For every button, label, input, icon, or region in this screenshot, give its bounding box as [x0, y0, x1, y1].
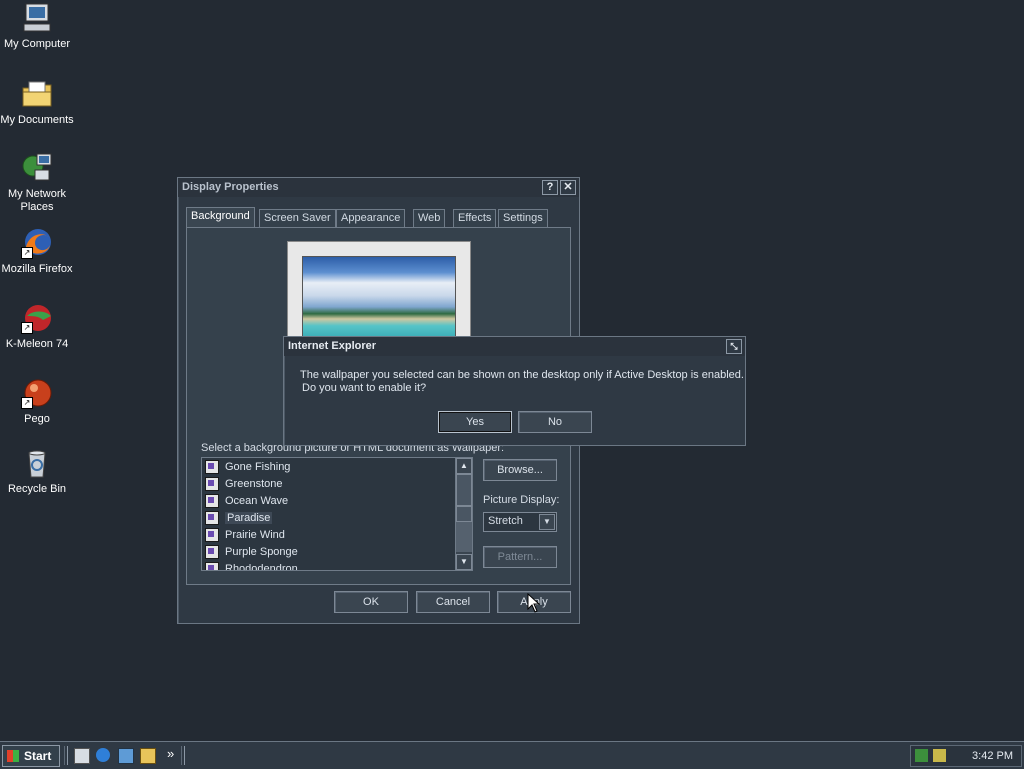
- desktop-icon-pego[interactable]: ↗ Pego: [0, 377, 74, 426]
- html-file-icon: [205, 477, 219, 492]
- k-meleon-icon: ↗: [21, 302, 53, 334]
- desktop-icon-label: Mozilla Firefox: [1, 263, 73, 275]
- desktop-icon-label: Recycle Bin: [7, 483, 67, 495]
- list-item[interactable]: Gone Fishing: [202, 459, 454, 476]
- image-file-icon: [205, 562, 219, 570]
- tab-settings[interactable]: Settings: [498, 209, 548, 227]
- dialog-message-line2: Do you want to enable it?: [302, 382, 427, 394]
- desktop-icon-my-computer[interactable]: My Computer: [0, 2, 74, 51]
- html-file-icon: [205, 460, 219, 475]
- browse-button[interactable]: Browse...: [483, 459, 557, 481]
- taskbar-separator: [64, 746, 68, 765]
- internet-explorer-icon[interactable]: [96, 748, 110, 762]
- tray-network-icon[interactable]: [915, 749, 928, 762]
- windows-logo-icon: [7, 750, 19, 762]
- ie-dialog-titlebar[interactable]: Internet Explorer ⤡: [284, 337, 745, 356]
- start-label: Start: [24, 749, 52, 763]
- image-file-icon: [205, 494, 219, 509]
- ok-button[interactable]: OK: [334, 591, 408, 613]
- yes-button[interactable]: Yes: [438, 411, 512, 433]
- desktop-icon-label: My Network Places: [7, 188, 67, 213]
- desktop-icon-recycle-bin[interactable]: Recycle Bin: [0, 447, 74, 496]
- scroll-track-fill: [456, 522, 472, 552]
- cancel-button[interactable]: Cancel: [416, 591, 490, 613]
- desktop-icon-label: My Documents: [0, 114, 74, 126]
- tray-volume-icon[interactable]: [933, 749, 946, 762]
- quick-launch: »: [72, 746, 174, 766]
- image-file-icon: [205, 511, 219, 526]
- show-desktop-icon[interactable]: [74, 748, 90, 764]
- computer-icon: [21, 2, 53, 34]
- list-item[interactable]: Rhododendron: [202, 561, 454, 570]
- window-title: Display Properties: [182, 181, 279, 193]
- close-button[interactable]: ✕: [560, 180, 576, 195]
- system-tray: 3:42 PM: [910, 745, 1022, 767]
- taskbar-separator: [181, 746, 185, 765]
- tab-screen-saver[interactable]: Screen Saver: [259, 209, 336, 227]
- explorer-icon[interactable]: [140, 748, 156, 764]
- wallpaper-preview-image: [302, 256, 456, 344]
- outlook-express-icon[interactable]: [118, 748, 134, 764]
- list-item[interactable]: Greenstone: [202, 476, 454, 493]
- tab-effects[interactable]: Effects: [453, 209, 497, 227]
- shortcut-arrow-icon: ↗: [21, 397, 33, 409]
- tab-web[interactable]: Web: [413, 209, 446, 227]
- pego-icon: ↗: [21, 377, 53, 409]
- help-button[interactable]: ?: [542, 180, 558, 195]
- scroll-thumb[interactable]: [456, 474, 472, 506]
- chevron-right-icon[interactable]: »: [167, 746, 174, 761]
- desktop-icon-mozilla-firefox[interactable]: ↗ Mozilla Firefox: [0, 227, 74, 276]
- desktop-icon-label: Pego: [24, 413, 50, 425]
- list-item-selected[interactable]: Paradise: [202, 510, 454, 527]
- image-file-icon: [205, 545, 219, 560]
- start-button[interactable]: Start: [2, 745, 60, 767]
- tab-appearance[interactable]: Appearance: [336, 209, 406, 227]
- tab-background[interactable]: Background: [186, 207, 255, 227]
- dialog-message-line1: The wallpaper you selected can be shown …: [300, 369, 744, 381]
- folder-icon: [21, 78, 53, 110]
- desktop-icon-label: My Computer: [3, 38, 71, 50]
- desktop-icon-label: K-Meleon 74: [5, 338, 69, 350]
- internet-explorer-dialog: Internet Explorer ⤡ The wallpaper you se…: [283, 336, 746, 446]
- scroll-thumb-lower: [456, 506, 472, 522]
- scroll-up-arrow-icon[interactable]: ▲: [456, 458, 472, 474]
- list-item[interactable]: Ocean Wave: [202, 493, 454, 510]
- chevron-down-icon[interactable]: ▼: [539, 514, 555, 530]
- picture-display-label: Picture Display:: [483, 494, 560, 506]
- no-button[interactable]: No: [518, 411, 592, 433]
- wallpaper-list[interactable]: Gone Fishing Greenstone Ocean Wave Parad…: [201, 457, 473, 571]
- list-item[interactable]: Prairie Wind: [202, 527, 454, 544]
- network-icon: [21, 152, 53, 184]
- wallpaper-list-scrollbar[interactable]: ▲ ▼: [455, 458, 472, 570]
- picture-display-value: Stretch: [488, 515, 523, 527]
- desktop-icon-my-network-places[interactable]: My Network Places: [0, 152, 74, 214]
- desktop-icon-my-documents[interactable]: My Documents: [0, 78, 74, 127]
- shortcut-arrow-icon: ↗: [21, 247, 33, 259]
- resize-icon[interactable]: ⤡: [726, 339, 742, 354]
- dialog-title: Internet Explorer: [288, 340, 377, 352]
- clock[interactable]: 3:42 PM: [972, 750, 1013, 762]
- html-file-icon: [205, 528, 219, 543]
- mouse-cursor-icon: [527, 592, 541, 616]
- monitor-preview: [287, 241, 471, 344]
- tab-strip: Background Screen Saver Appearance Web E…: [186, 207, 566, 227]
- desktop-icon-k-meleon[interactable]: ↗ K-Meleon 74: [0, 302, 74, 351]
- scroll-down-arrow-icon[interactable]: ▼: [456, 554, 472, 570]
- list-item[interactable]: Purple Sponge: [202, 544, 454, 561]
- pattern-button[interactable]: Pattern...: [483, 546, 557, 568]
- shortcut-arrow-icon: ↗: [21, 322, 33, 334]
- taskbar: Start » 3:42 PM: [0, 741, 1024, 769]
- firefox-icon: ↗: [21, 227, 53, 259]
- wallpaper-list-items: Gone Fishing Greenstone Ocean Wave Parad…: [202, 459, 454, 570]
- recycle-bin-icon: [21, 447, 53, 479]
- display-properties-titlebar[interactable]: Display Properties ? ✕: [178, 178, 579, 197]
- picture-display-select[interactable]: Stretch ▼: [483, 512, 557, 532]
